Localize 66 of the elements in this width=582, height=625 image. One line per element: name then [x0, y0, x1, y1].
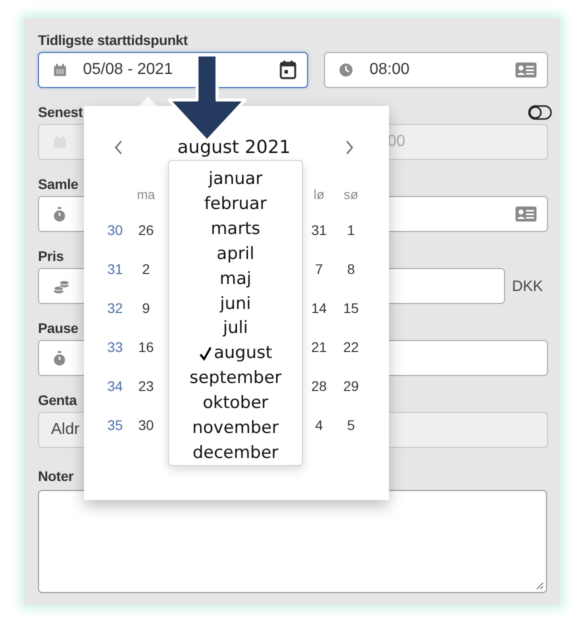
- day-cell[interactable]: 14: [304, 300, 334, 316]
- id-card-icon[interactable]: [515, 206, 537, 222]
- month-option[interactable]: juni: [220, 292, 251, 316]
- month-option[interactable]: maj: [220, 266, 252, 292]
- weekday-label: lø: [312, 186, 326, 202]
- field-label: Pause: [38, 319, 78, 338]
- month-option[interactable]: april: [216, 242, 254, 267]
- day-cell[interactable]: 23: [130, 378, 162, 394]
- week-number: 31: [106, 260, 124, 276]
- day-cell[interactable]: 1: [334, 222, 368, 238]
- month-option[interactable]: februar: [204, 192, 267, 217]
- month-option[interactable]: december: [192, 440, 278, 466]
- field-label: Samle: [38, 175, 78, 194]
- week-number: 33: [106, 338, 124, 354]
- day-cell[interactable]: 4: [304, 416, 334, 432]
- month-option[interactable]: november: [192, 416, 279, 441]
- field-label: Noter: [38, 467, 74, 486]
- date-field[interactable]: 05/08 - 2021: [38, 52, 308, 88]
- calendar-button-icon[interactable]: [279, 60, 298, 80]
- clock-icon: [339, 63, 354, 77]
- day-cell[interactable]: 16: [130, 338, 162, 354]
- day-cell[interactable]: 30: [130, 416, 162, 432]
- day-cell[interactable]: 28: [304, 378, 334, 394]
- day-cell[interactable]: 21: [304, 338, 334, 354]
- day-cell[interactable]: 31: [304, 222, 334, 238]
- toggle-icon[interactable]: [528, 104, 552, 120]
- stopwatch-icon: [53, 350, 66, 366]
- resize-grip-icon[interactable]: [535, 581, 544, 590]
- month-year-title[interactable]: august 2021: [177, 136, 291, 158]
- month-option[interactable]: marts: [210, 216, 260, 242]
- check-icon: [198, 346, 212, 362]
- day-cell[interactable]: 9: [130, 300, 162, 316]
- field-label: Genta: [38, 391, 77, 410]
- field-label: Senest: [38, 103, 83, 122]
- stopwatch-icon: [53, 206, 66, 222]
- field-label: Pris: [38, 247, 64, 266]
- week-number: 30: [106, 222, 124, 238]
- week-number: 32: [106, 300, 124, 316]
- day-cell[interactable]: 15: [334, 300, 368, 316]
- coins-icon: [53, 278, 70, 294]
- weekday-label: ma: [136, 186, 156, 202]
- week-number: 34: [106, 378, 124, 394]
- month-option[interactable]: september: [189, 366, 282, 392]
- day-cell[interactable]: 26: [130, 222, 162, 238]
- week-number: 35: [106, 416, 124, 432]
- month-option[interactable]: januar: [208, 167, 263, 192]
- date-value: 05/08 - 2021: [83, 61, 173, 79]
- next-month-icon[interactable]: [345, 140, 354, 154]
- day-cell[interactable]: 5: [334, 416, 368, 432]
- id-card-icon[interactable]: [515, 62, 537, 78]
- month-option[interactable]: oktober: [202, 391, 268, 416]
- previous-month-icon[interactable]: [114, 140, 123, 154]
- time-value: 08:00: [369, 61, 410, 79]
- day-cell[interactable]: 8: [334, 260, 368, 276]
- notes-field[interactable]: [38, 490, 547, 593]
- calendar-icon: [53, 63, 67, 77]
- weekday-label: sø: [342, 186, 360, 202]
- month-option[interactable]: juli: [223, 316, 248, 342]
- day-cell[interactable]: 22: [334, 338, 368, 354]
- currency-label: DKK: [512, 278, 543, 294]
- time-field[interactable]: 08:00: [324, 52, 548, 88]
- day-cell[interactable]: 2: [130, 260, 162, 276]
- day-cell[interactable]: 29: [334, 378, 368, 394]
- month-option[interactable]: august: [198, 341, 272, 366]
- field-label: Tidligste starttidspunkt: [38, 31, 188, 50]
- day-cell[interactable]: 7: [304, 260, 334, 276]
